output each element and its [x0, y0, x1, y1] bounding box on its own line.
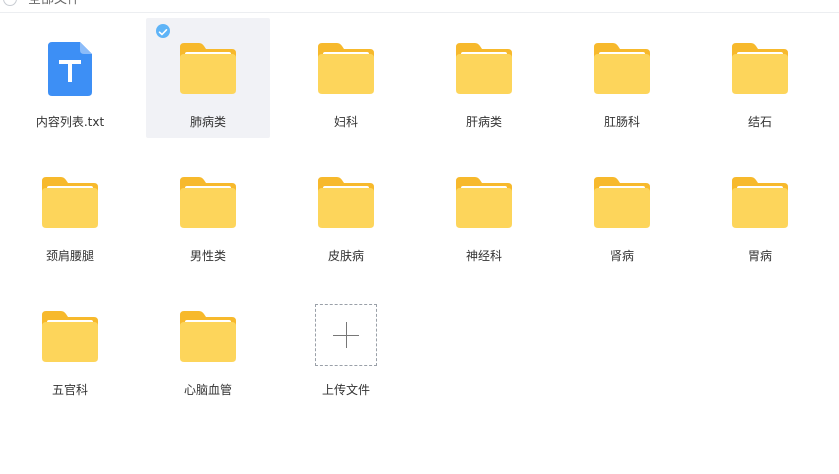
folder-icon: [594, 177, 650, 228]
folder-icon: [180, 43, 236, 94]
folder-icon: [456, 177, 512, 228]
selected-check-icon[interactable]: [156, 24, 170, 38]
folder-icon: [456, 43, 512, 94]
item-label: 男性类: [189, 249, 226, 263]
item-icon-wrap: [178, 38, 238, 98]
folder-icon: [732, 177, 788, 228]
item-icon-wrap: [454, 172, 514, 232]
folder-item[interactable]: 结石: [698, 18, 822, 138]
item-icon-wrap: [178, 172, 238, 232]
folder-icon: [594, 43, 650, 94]
folder-item[interactable]: 皮肤病: [284, 152, 408, 272]
file-item[interactable]: 内容列表.txt: [8, 18, 132, 138]
breadcrumb-title[interactable]: 全部文件: [28, 0, 80, 9]
item-label: 肛肠科: [603, 115, 640, 129]
upload-file-button[interactable]: 上传文件: [284, 286, 408, 406]
folder-icon: [42, 311, 98, 362]
item-label: 心脑血管: [183, 383, 232, 397]
item-label: 五官科: [51, 383, 88, 397]
folder-item[interactable]: 肺病类: [146, 18, 270, 138]
select-all-checkbox[interactable]: [3, 0, 17, 6]
folder-item[interactable]: 妇科: [284, 18, 408, 138]
txt-file-icon: [48, 42, 92, 96]
folder-icon: [318, 43, 374, 94]
item-icon-wrap: [592, 172, 652, 232]
folder-item[interactable]: 肾病: [560, 152, 684, 272]
plus-icon[interactable]: [315, 304, 377, 366]
folder-icon: [732, 43, 788, 94]
folder-icon: [318, 177, 374, 228]
item-label: 肝病类: [465, 115, 502, 129]
item-icon-wrap: [40, 172, 100, 232]
folder-icon: [42, 177, 98, 228]
folder-item[interactable]: 男性类: [146, 152, 270, 272]
folder-item[interactable]: 胃病: [698, 152, 822, 272]
breadcrumb-bar: 全部文件: [0, 0, 839, 13]
item-icon-wrap: [178, 306, 238, 366]
item-icon-wrap: [730, 38, 790, 98]
item-icon-wrap: [40, 38, 100, 98]
item-label: 内容列表.txt: [35, 115, 105, 129]
item-label: 肾病: [609, 249, 634, 263]
item-label: 肺病类: [189, 115, 226, 129]
item-icon-wrap: [40, 306, 100, 366]
folder-item[interactable]: 颈肩腰腿: [8, 152, 132, 272]
folder-item[interactable]: 肛肠科: [560, 18, 684, 138]
item-label: 皮肤病: [327, 249, 364, 263]
item-label: 颈肩腰腿: [45, 249, 94, 263]
folder-icon: [180, 311, 236, 362]
upload-label: 上传文件: [321, 383, 370, 397]
folder-item[interactable]: 肝病类: [422, 18, 546, 138]
item-icon-wrap: [316, 38, 376, 98]
folder-item[interactable]: 心脑血管: [146, 286, 270, 406]
item-icon-wrap: [316, 172, 376, 232]
item-label: 神经科: [465, 249, 502, 263]
item-label: 结石: [747, 115, 772, 129]
folder-item[interactable]: 神经科: [422, 152, 546, 272]
item-icon-wrap: [592, 38, 652, 98]
folder-icon: [180, 177, 236, 228]
item-label: 妇科: [333, 115, 358, 129]
item-icon-wrap: [454, 38, 514, 98]
item-icon-wrap: [730, 172, 790, 232]
item-label: 胃病: [747, 249, 772, 263]
folder-item[interactable]: 五官科: [8, 286, 132, 406]
